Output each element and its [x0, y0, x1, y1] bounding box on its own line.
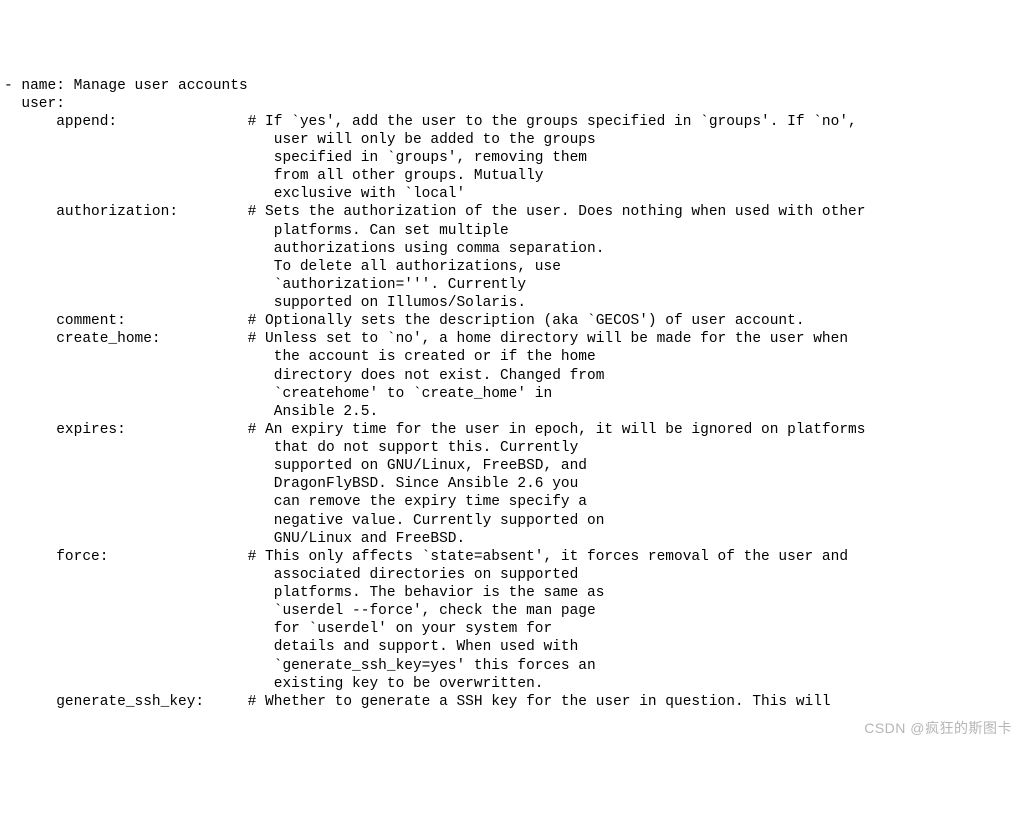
doc-line: existing key to be overwritten. [4, 675, 1022, 693]
doc-line: directory does not exist. Changed from [4, 367, 1022, 385]
doc-line: generate_ssh_key: # Whether to generate … [4, 693, 1022, 711]
doc-line: GNU/Linux and FreeBSD. [4, 530, 1022, 548]
doc-line: details and support. When used with [4, 638, 1022, 656]
doc-line: user will only be added to the groups [4, 131, 1022, 149]
doc-line: the account is created or if the home [4, 348, 1022, 366]
doc-line: can remove the expiry time specify a [4, 493, 1022, 511]
doc-line: from all other groups. Mutually [4, 167, 1022, 185]
doc-line: DragonFlyBSD. Since Ansible 2.6 you [4, 475, 1022, 493]
doc-line: authorization: # Sets the authorization … [4, 203, 1022, 221]
watermark-text: CSDN @疯狂的斯图卡 [864, 720, 1012, 738]
doc-line: platforms. The behavior is the same as [4, 584, 1022, 602]
doc-line: force: # This only affects `state=absent… [4, 548, 1022, 566]
doc-line: platforms. Can set multiple [4, 222, 1022, 240]
doc-line: Ansible 2.5. [4, 403, 1022, 421]
doc-line: `createhome' to `create_home' in [4, 385, 1022, 403]
doc-line: authorizations using comma separation. [4, 240, 1022, 258]
doc-line: `userdel --force', check the man page [4, 602, 1022, 620]
doc-line: for `userdel' on your system for [4, 620, 1022, 638]
doc-line: exclusive with `local' [4, 185, 1022, 203]
doc-line: negative value. Currently supported on [4, 512, 1022, 530]
doc-line: `generate_ssh_key=yes' this forces an [4, 657, 1022, 675]
doc-line: `authorization='''. Currently [4, 276, 1022, 294]
doc-line: - name: Manage user accounts [4, 77, 1022, 95]
doc-line: specified in `groups', removing them [4, 149, 1022, 167]
doc-line: supported on GNU/Linux, FreeBSD, and [4, 457, 1022, 475]
ansible-user-module-doc: - name: Manage user accounts user: appen… [4, 77, 1022, 711]
doc-line: comment: # Optionally sets the descripti… [4, 312, 1022, 330]
doc-line: user: [4, 95, 1022, 113]
doc-line: To delete all authorizations, use [4, 258, 1022, 276]
doc-line: expires: # An expiry time for the user i… [4, 421, 1022, 439]
doc-line: associated directories on supported [4, 566, 1022, 584]
doc-line: create_home: # Unless set to `no', a hom… [4, 330, 1022, 348]
doc-line: append: # If `yes', add the user to the … [4, 113, 1022, 131]
doc-line: that do not support this. Currently [4, 439, 1022, 457]
doc-line: supported on Illumos/Solaris. [4, 294, 1022, 312]
